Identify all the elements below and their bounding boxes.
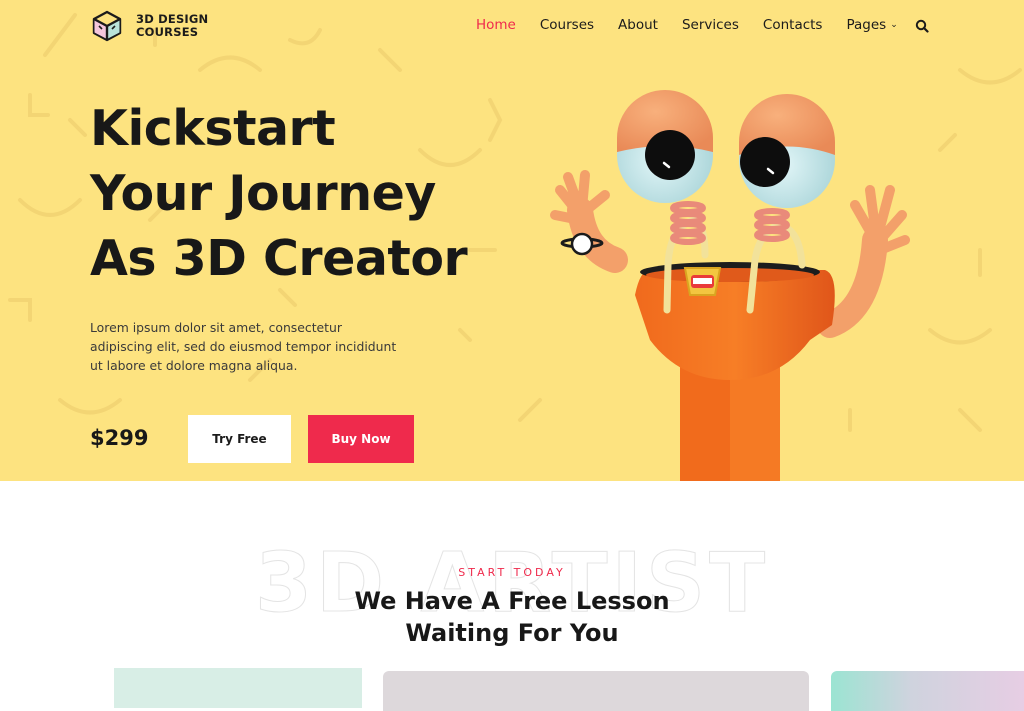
brand-name-line2: COURSES <box>136 25 199 39</box>
nav-item-services[interactable]: Services <box>682 17 739 33</box>
section-title-line2: Waiting For You <box>405 619 619 647</box>
course-card[interactable] <box>383 671 809 711</box>
course-card[interactable] <box>114 668 362 708</box>
hero-headline: Kickstart Your Journey As 3D Creator <box>90 96 468 291</box>
nav-item-about[interactable]: About <box>618 17 658 33</box>
try-free-button[interactable]: Try Free <box>188 415 291 463</box>
section-title: We Have A Free Lesson Waiting For You <box>0 585 1024 649</box>
hero-section: 3D DESIGN COURSES Home Courses About Ser… <box>0 0 1024 481</box>
section-eyebrow: START TODAY <box>458 566 566 579</box>
brand-logo[interactable]: 3D DESIGN COURSES <box>90 9 208 43</box>
headline-line-2: Your Journey <box>90 165 436 222</box>
nav-item-contacts[interactable]: Contacts <box>763 17 823 33</box>
nav-item-pages-label: Pages <box>846 17 887 33</box>
chevron-down-icon: ⌄ <box>890 20 898 30</box>
3d-character-illustration <box>550 90 910 481</box>
headline-line-3: As 3D Creator <box>90 230 468 287</box>
nav-item-courses[interactable]: Courses <box>540 17 594 33</box>
cube-icon <box>92 10 122 42</box>
free-lesson-section: 3D ARTIST START TODAY We Have A Free Les… <box>0 481 1024 711</box>
brand-name: 3D DESIGN COURSES <box>136 13 208 39</box>
search-icon[interactable] <box>915 19 929 33</box>
headline-line-1: Kickstart <box>90 100 336 157</box>
course-card[interactable] <box>831 671 1024 711</box>
course-price: $299 <box>90 426 149 450</box>
section-title-line1: We Have A Free Lesson <box>354 587 670 615</box>
buy-now-button[interactable]: Buy Now <box>308 415 414 463</box>
nav-item-pages[interactable]: Pages ⌄ <box>846 17 897 33</box>
main-nav: Home Courses About Services Contacts Pag… <box>476 17 922 33</box>
nav-item-home[interactable]: Home <box>476 17 516 33</box>
hero-description: Lorem ipsum dolor sit amet, consectetur … <box>90 320 397 373</box>
